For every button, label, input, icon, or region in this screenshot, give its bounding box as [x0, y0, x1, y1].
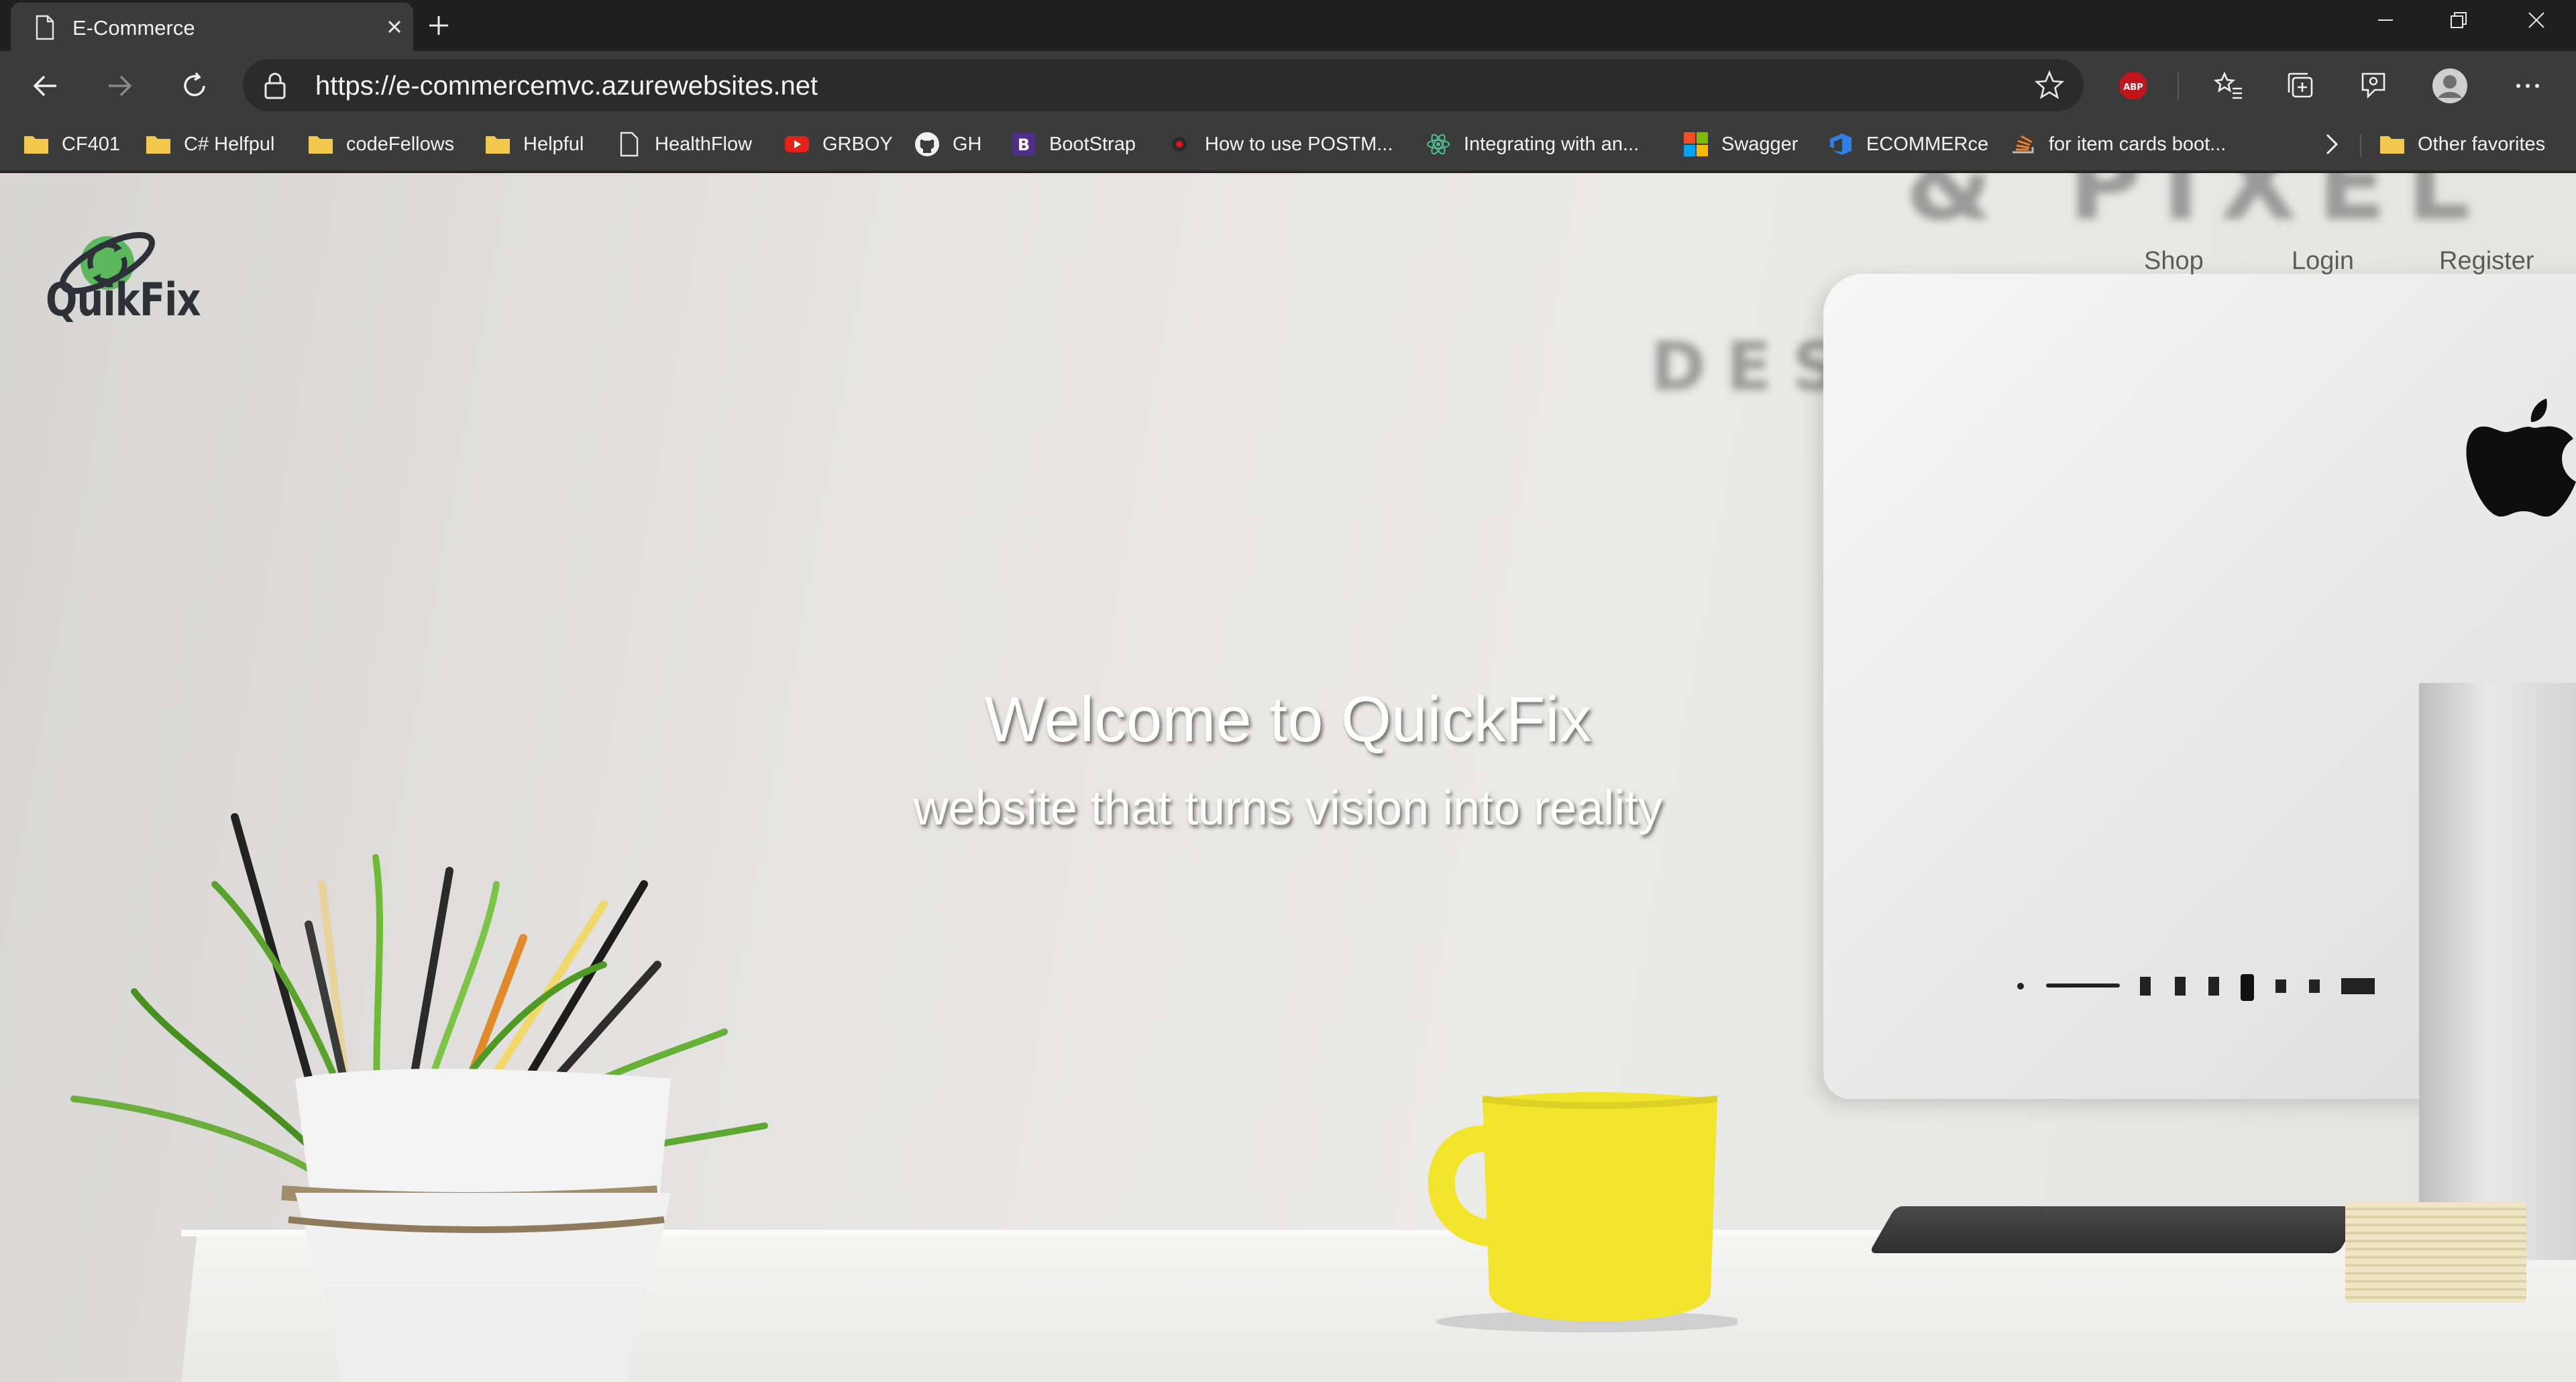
favorites-list-icon [2213, 71, 2242, 99]
favorite-label: BootStrap [1049, 133, 1136, 155]
close-icon [2528, 12, 2544, 28]
collections-button[interactable] [2282, 67, 2320, 105]
favorite-item[interactable]: How to use POSTM... [1166, 129, 1393, 160]
favorite-label: C# Helfpul [184, 133, 275, 155]
minimize-icon [2378, 19, 2393, 21]
favorite-item[interactable]: ECOMMERce [1827, 129, 1988, 160]
browser-tab[interactable]: E-Commerce [11, 3, 413, 51]
arrow-right-icon [109, 75, 132, 97]
favorite-item[interactable]: codeFellows [307, 129, 454, 160]
favorites-bar: CF401 C# Helfpul codeFellows Helpful Hea… [0, 118, 2576, 172]
adblock-plus-button[interactable]: ABP [2114, 67, 2152, 105]
monitor-ports [2017, 974, 2375, 1001]
lock-icon [264, 72, 286, 99]
nav-link-register[interactable]: Register [2439, 247, 2534, 276]
favorite-label: Integrating with an... [1464, 133, 1640, 155]
svg-text:B: B [1018, 136, 1030, 154]
folder-icon [484, 132, 511, 156]
collections-icon [2288, 72, 2313, 98]
adblock-plus-icon: ABP [2120, 72, 2147, 99]
browser-toolbar: https://e-commercemvc.azurewebsites.net … [0, 51, 2576, 118]
favorite-item[interactable]: GH [914, 129, 982, 160]
favorite-label: How to use POSTM... [1205, 133, 1393, 155]
favorite-star-icon[interactable] [2034, 70, 2065, 101]
favorite-label: GRBOY [822, 133, 893, 155]
reload-button[interactable] [176, 67, 213, 105]
minimize-button[interactable] [2350, 0, 2421, 40]
other-favorites-label: Other favorites [2418, 133, 2546, 155]
favorite-item[interactable]: B BootStrap [1010, 129, 1136, 160]
chevron-right-icon[interactable] [2316, 129, 2347, 160]
hero-title: Welcome to QuickFix [984, 684, 1592, 755]
page-icon [36, 15, 54, 40]
logo-text[interactable]: QuikFix [46, 274, 201, 327]
folder-icon [23, 132, 50, 156]
favorite-item[interactable]: Helpful [484, 129, 584, 160]
microsoft-icon [1682, 132, 1709, 156]
hero-subtitle: website that turns vision into reality [913, 782, 1663, 835]
folder-icon [2379, 132, 2406, 156]
settings-more-button[interactable] [2509, 67, 2546, 105]
avatar-icon [2432, 68, 2467, 103]
browser-tab-strip: E-Commerce [0, 0, 2576, 51]
restore-button[interactable] [2423, 0, 2494, 40]
profile-button[interactable] [2431, 67, 2469, 105]
nav-link-shop[interactable]: Shop [2144, 247, 2204, 276]
azure-devops-icon [1827, 132, 1854, 156]
arrow-left-icon [33, 75, 56, 97]
favorite-item[interactable]: GRBOY [784, 129, 893, 160]
new-tab-icon[interactable] [423, 9, 455, 42]
yellow-mug-image [1428, 1092, 1737, 1332]
favorites-button[interactable] [2210, 67, 2247, 105]
more-dots-icon [2516, 84, 2539, 88]
favorite-item[interactable]: CF401 [23, 129, 120, 160]
wall-lettering-top: & PIXEL [1905, 173, 2491, 243]
favorite-item[interactable]: C# Helfpul [145, 129, 274, 160]
folder-icon [145, 132, 172, 156]
favorite-label: CF401 [62, 133, 121, 155]
favorite-label: GH [953, 133, 982, 155]
folder-icon [307, 132, 334, 156]
favorite-label: ECOMMERce [1866, 133, 1989, 155]
other-favorites[interactable]: Other favorites [2379, 129, 2545, 160]
favorite-label: Swagger [1721, 133, 1799, 155]
stackoverflow-icon [2010, 132, 2037, 156]
bootstrap-icon: B [1010, 132, 1037, 156]
tab-title: E-Commerce [72, 16, 195, 40]
feedback-icon [2361, 72, 2385, 99]
page-icon [616, 131, 643, 157]
favorite-label: Helpful [523, 133, 584, 155]
react-icon [1425, 132, 1452, 156]
favorite-item[interactable]: for item cards boot... [2010, 129, 2226, 160]
feedback-button[interactable] [2355, 67, 2392, 105]
favorite-item[interactable]: Integrating with an... [1425, 129, 1639, 160]
svg-text:ABP: ABP [2123, 83, 2143, 93]
window-close-button[interactable] [2501, 0, 2572, 40]
nav-link-login[interactable]: Login [2292, 247, 2354, 276]
url-text[interactable]: https://e-commercemvc.azurewebsites.net [315, 71, 818, 101]
close-icon[interactable] [384, 16, 405, 38]
github-icon [914, 132, 941, 156]
favorites-separator [2360, 134, 2361, 157]
favorite-label: HealthFlow [655, 133, 753, 155]
monitor-stand [2419, 683, 2576, 1260]
favorite-label: codeFellows [346, 133, 455, 155]
reload-icon [184, 72, 205, 97]
keyboard-image [1868, 1206, 2366, 1253]
favorite-label: for item cards boot... [2049, 133, 2226, 155]
forward-button[interactable] [101, 67, 138, 105]
youtube-icon [784, 132, 810, 156]
sticky-notes-image [2345, 1202, 2526, 1303]
record-icon [1166, 132, 1193, 156]
back-button[interactable] [27, 67, 64, 105]
apple-logo-icon [2466, 398, 2576, 517]
favorite-item[interactable]: Swagger [1682, 129, 1798, 160]
webpage-hero: & PIXEL DES QuikFix Shop Login Register … [0, 173, 2576, 1382]
address-bar[interactable]: https://e-commercemvc.azurewebsites.net [243, 59, 2084, 111]
toolbar-separator [2178, 72, 2179, 99]
favorite-item[interactable]: HealthFlow [616, 129, 752, 160]
restore-icon [2451, 12, 2467, 28]
